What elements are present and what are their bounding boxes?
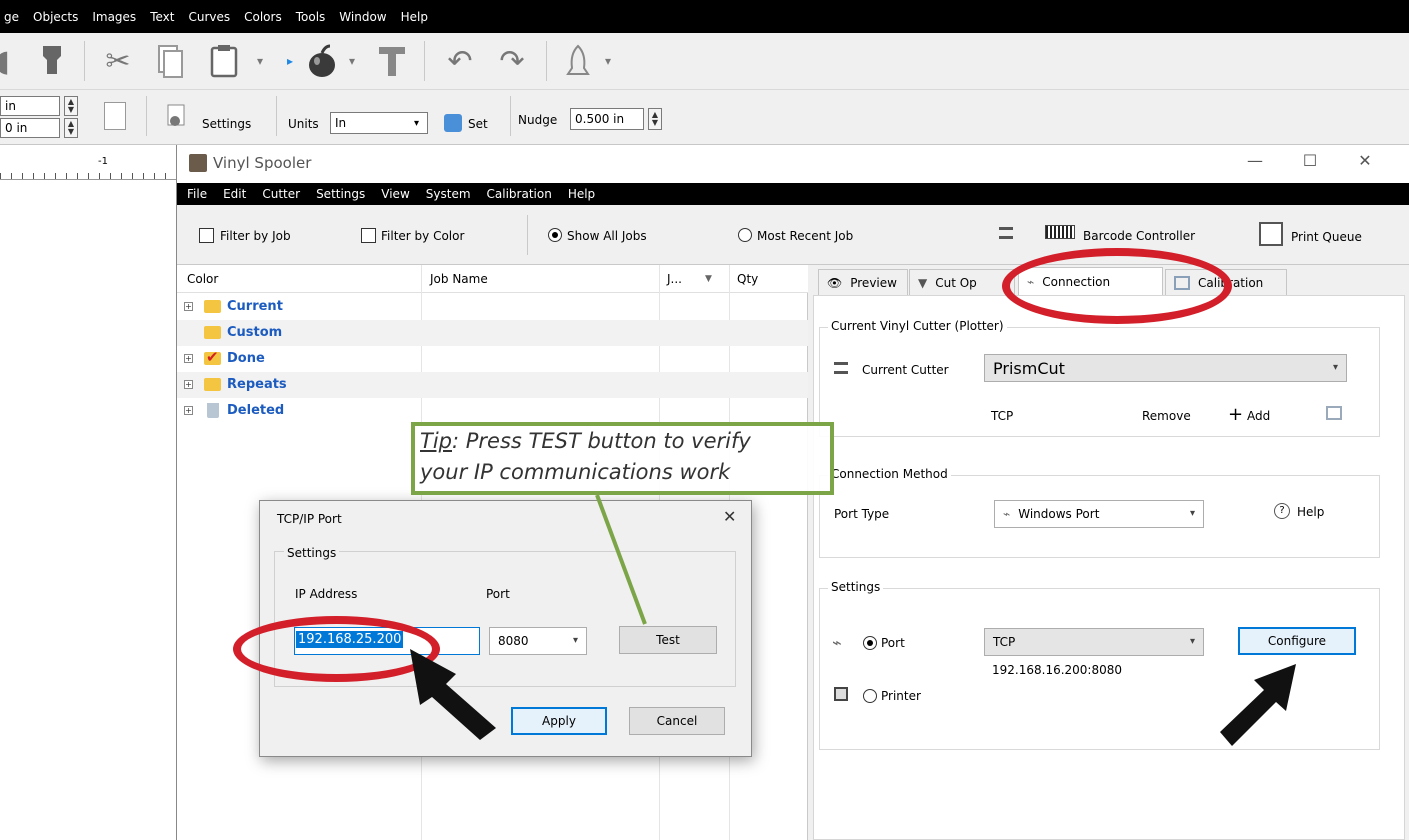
tip-line-1-rest: : Press TEST button to verify xyxy=(452,429,751,453)
tip-line-1: Tip: Press TEST button to verify xyxy=(420,429,751,453)
arrow-pointer-ip-icon xyxy=(410,649,496,740)
annotation-overlay xyxy=(410,494,1296,746)
arrow-pointer-configure-icon xyxy=(1220,664,1296,746)
tip-line-2: your IP communications work xyxy=(420,460,731,484)
tip-pointer-line xyxy=(595,494,647,625)
tip-word: Tip xyxy=(420,429,452,453)
tip-callout: Tip: Press TEST button to verify your IP… xyxy=(411,422,834,495)
